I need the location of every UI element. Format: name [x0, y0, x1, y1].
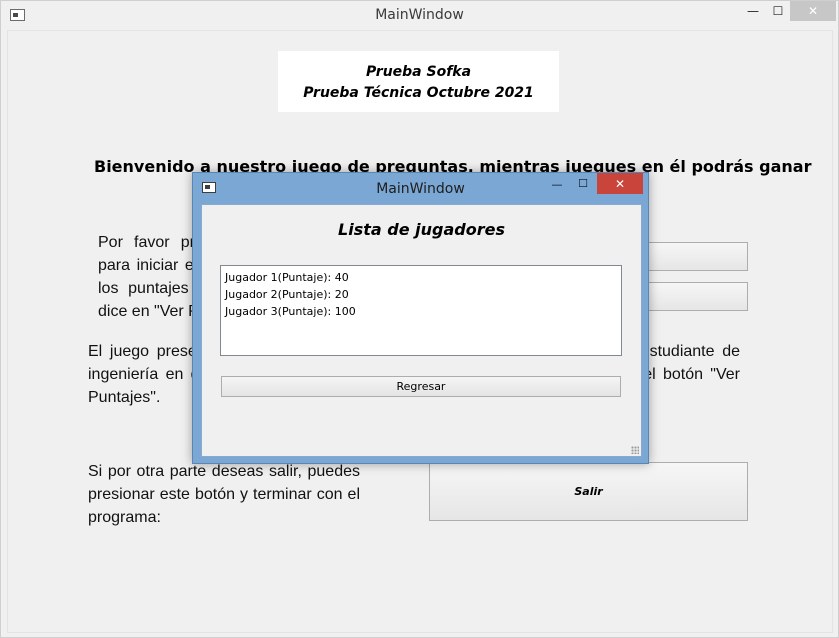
dialog-maximize-icon[interactable]: ☐	[576, 177, 590, 190]
header-subtitle: Prueba Técnica Octubre 2021	[303, 85, 534, 101]
exit-paragraph: Si por otra parte deseas salir, puedes p…	[88, 463, 360, 526]
dialog-heading: Lista de jugadores	[338, 220, 505, 239]
dialog-minimize-icon[interactable]: —	[550, 178, 564, 191]
dialog-close-icon[interactable]: ✕	[597, 173, 643, 194]
close-icon[interactable]: ✕	[790, 1, 836, 21]
dialog-titlebar[interactable]: MainWindow — ☐ ✕	[193, 173, 648, 203]
player-list[interactable]: Jugador 1(Puntaje): 40 Jugador 2(Puntaje…	[220, 265, 622, 356]
list-item[interactable]: Jugador 2(Puntaje): 20	[225, 286, 617, 303]
regresar-button[interactable]: Regresar	[221, 376, 621, 397]
list-item[interactable]: Jugador 3(Puntaje): 100	[225, 303, 617, 320]
resize-grip-icon[interactable]	[631, 446, 639, 454]
list-item[interactable]: Jugador 1(Puntaje): 40	[225, 269, 617, 286]
header-box: Prueba Sofka Prueba Técnica Octubre 2021	[278, 51, 559, 112]
minimize-icon[interactable]: —	[740, 1, 766, 21]
salir-button[interactable]: Salir	[429, 462, 748, 521]
header-title: Prueba Sofka	[365, 64, 472, 80]
main-window-title: MainWindow	[375, 7, 464, 23]
maximize-icon[interactable]: ☐	[765, 1, 791, 21]
main-titlebar[interactable]: MainWindow — ☐ ✕	[1, 1, 838, 30]
players-dialog: MainWindow — ☐ ✕ Lista de jugadores Juga…	[192, 172, 649, 464]
dialog-client-area: Lista de jugadores Jugador 1(Puntaje): 4…	[201, 204, 642, 457]
